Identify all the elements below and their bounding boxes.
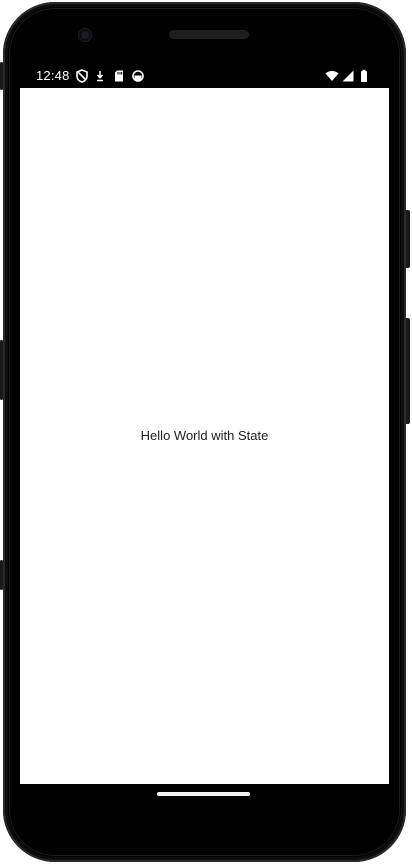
navigation-bar — [20, 784, 389, 806]
cell-signal-icon — [342, 70, 354, 82]
status-time: 12:48 — [36, 68, 70, 83]
wifi-icon — [325, 71, 339, 81]
sd-card-icon — [115, 70, 123, 82]
device-stage: 12:48 Hello World with State — [0, 0, 412, 864]
earpiece-speaker — [169, 30, 249, 39]
status-bar: 12:48 — [20, 64, 389, 88]
home-gesture-handle[interactable] — [157, 792, 250, 796]
app-screen: Hello World with State — [20, 88, 389, 784]
battery-icon — [361, 69, 367, 82]
download-icon — [96, 71, 104, 82]
front-camera — [79, 29, 91, 41]
sync-circle-icon — [132, 70, 144, 82]
hello-message: Hello World with State — [140, 428, 269, 443]
shield-icon — [76, 69, 88, 83]
